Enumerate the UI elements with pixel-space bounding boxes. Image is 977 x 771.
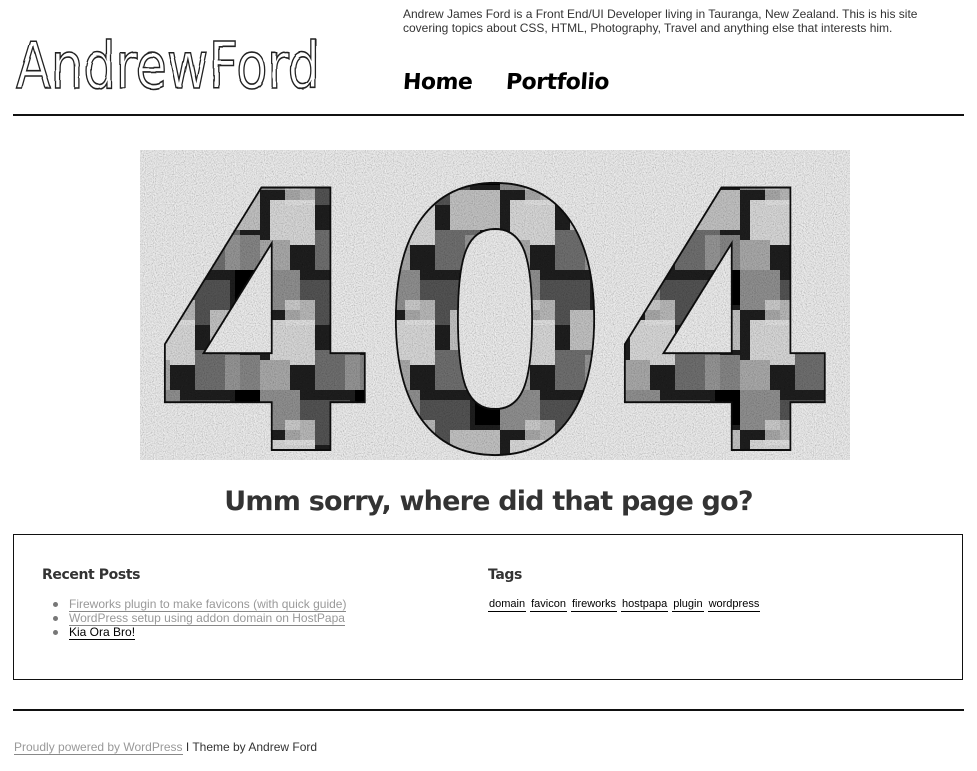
tags-heading: Tags [488, 567, 522, 583]
tag-cloud: domain favicon fireworks hostpapa plugin… [488, 597, 928, 612]
footer-divider [13, 709, 964, 711]
error-code-text: 404 [150, 150, 840, 460]
site-footer: Proudly powered by WordPress I Theme by … [14, 740, 318, 755]
list-item: Kia Ora Bro! [53, 625, 462, 640]
tag-link[interactable]: plugin [672, 597, 704, 612]
recent-posts-widget: Recent Posts Fireworks plugin to make fa… [42, 567, 462, 640]
header-divider [13, 114, 964, 116]
recent-posts-list: Fireworks plugin to make favicons (with … [42, 597, 462, 640]
error-404-graphic: 404 [140, 115, 850, 536]
theme-credit: I Theme by Andrew Ford [182, 740, 318, 754]
error-message: Umm sorry, where did that page go? [224, 486, 753, 517]
main-nav: Home Portfolio [402, 70, 610, 95]
nav-portfolio[interactable]: Portfolio [505, 70, 610, 95]
widgets-panel: Recent Posts Fireworks plugin to make fa… [13, 534, 963, 680]
recent-post-link[interactable]: Fireworks plugin to make favicons (with … [69, 597, 347, 612]
tag-link[interactable]: fireworks [570, 597, 617, 612]
nav-home[interactable]: Home [402, 70, 507, 95]
logo-text: AndrewFord [16, 30, 320, 100]
tags-widget: Tags domain favicon fireworks hostpapa p… [488, 567, 928, 612]
recent-post-link[interactable]: Kia Ora Bro! [69, 625, 136, 640]
tag-link[interactable]: favicon [530, 597, 567, 612]
site-logo[interactable]: AndrewFord [14, 22, 324, 105]
wordpress-link[interactable]: Proudly powered by WordPress [14, 740, 183, 755]
tag-link[interactable]: domain [488, 597, 527, 612]
list-item: WordPress setup using addon domain on Ho… [53, 611, 462, 626]
recent-post-link[interactable]: WordPress setup using addon domain on Ho… [69, 611, 345, 626]
recent-posts-heading: Recent Posts [42, 567, 141, 583]
site-tagline: Andrew James Ford is a Front End/UI Deve… [403, 7, 918, 35]
tag-link[interactable]: hostpapa [620, 597, 669, 612]
list-item: Fireworks plugin to make favicons (with … [53, 597, 462, 612]
tag-link[interactable]: wordpress [707, 597, 761, 612]
